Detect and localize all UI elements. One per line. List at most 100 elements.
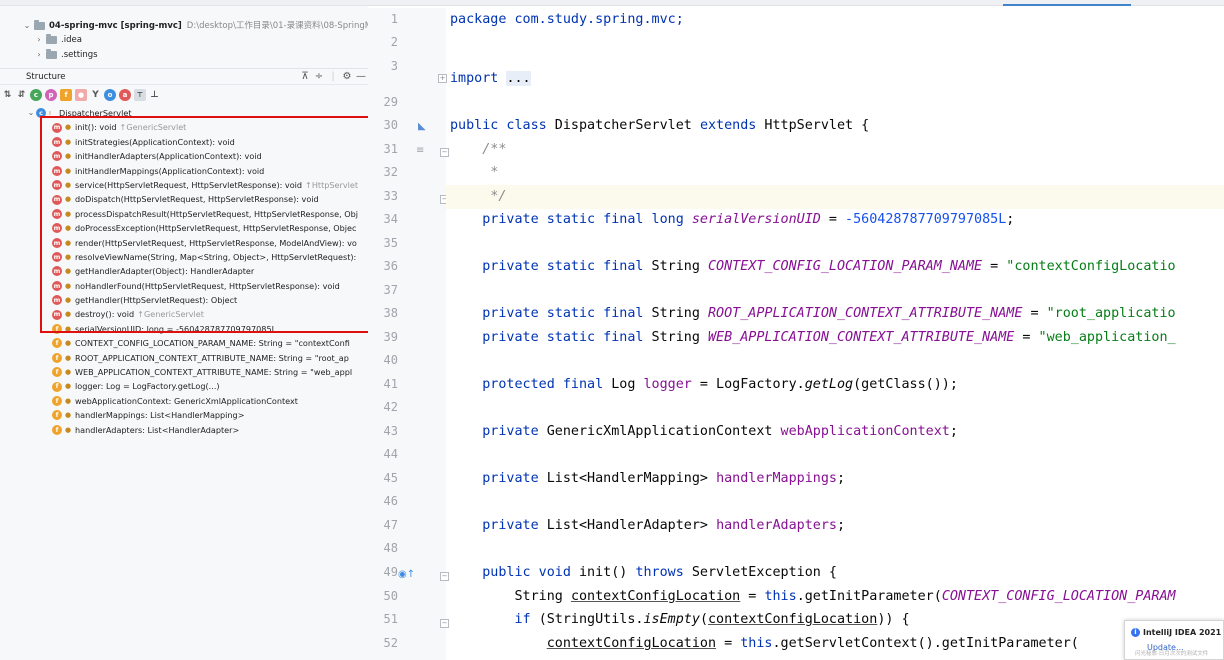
structure-method-row[interactable]: m ● doDispatch(HttpServletRequest, HttpSer… xyxy=(0,192,368,206)
structure-method-row[interactable]: m ● getHandlerAdapter(Object): HandlerAdap… xyxy=(0,264,368,278)
chevron-down-icon[interactable]: ⌄ xyxy=(26,106,36,120)
structure-item-label: initHandlerAdapters(ApplicationContext):… xyxy=(75,151,262,162)
line-number: 40 xyxy=(383,353,398,367)
show-abstract-icon[interactable]: a xyxy=(119,89,131,101)
chevron-down-icon[interactable]: ⌄ xyxy=(22,19,32,33)
variable-token: contextConfigLocation xyxy=(546,636,717,651)
chevron-right-icon[interactable]: › xyxy=(34,48,44,62)
structure-method-row[interactable]: m ● initHandlerAdapters(ApplicationContext… xyxy=(0,149,368,163)
project-path: D:\desktop\工作目录\01-录课资料\08-SpringM xyxy=(186,21,368,31)
show-anonymous-icon[interactable]: o xyxy=(104,89,116,101)
class-name-token: DispatcherServlet xyxy=(546,118,700,133)
code-token: = xyxy=(820,212,846,227)
structure-header: Structure ⊼ ÷ | ⚙ — xyxy=(0,68,368,85)
inheritance-gutter-icon[interactable]: ◣ xyxy=(418,121,426,133)
code-line-52: contextConfigLocation = this.getServletC… xyxy=(450,632,1079,656)
line-number: 42 xyxy=(383,400,398,414)
show-nonpublic-icon[interactable]: ● xyxy=(75,89,87,101)
autoscroll-icon[interactable]: ⊥ xyxy=(149,89,160,101)
structure-item-label: CONTEXT_CONFIG_LOCATION_PARAM_NAME: Stri… xyxy=(75,338,350,349)
info-icon: i xyxy=(1131,628,1140,637)
structure-method-row[interactable]: m ● processDispatchResult(HttpServletReque… xyxy=(0,207,368,221)
method-token: isEmpty xyxy=(643,612,700,627)
structure-method-row[interactable]: m ● destroy(): void ↑GenericServlet xyxy=(0,307,368,321)
show-properties-icon[interactable]: p xyxy=(45,89,57,101)
line-number: 3 xyxy=(390,59,398,73)
visibility-icon: ● xyxy=(65,166,72,175)
sort-icon[interactable]: ÷ xyxy=(312,71,326,82)
sort-alpha-icon[interactable]: ⇅ xyxy=(2,89,13,101)
structure-item-label: getHandlerAdapter(Object): HandlerAdapte… xyxy=(75,266,255,277)
visibility-icon: ● xyxy=(65,238,72,247)
structure-field-row[interactable]: f ● ROOT_APPLICATION_CONTEXT_ATTRIBUTE_NAM… xyxy=(0,351,368,365)
project-tree-row-idea[interactable]: › .idea xyxy=(34,33,82,47)
structure-field-row[interactable]: f ● handlerMappings: List<HandlerMapping> xyxy=(0,408,368,422)
gear-icon[interactable]: ⚙ xyxy=(340,71,354,82)
structure-method-row[interactable]: m ● getHandler(HttpServletRequest): Object xyxy=(0,293,368,307)
structure-method-row[interactable]: m ● initStrategies(ApplicationContext): vo… xyxy=(0,135,368,149)
fold-toggle-icon[interactable]: + xyxy=(438,74,447,83)
line-number: 38 xyxy=(383,306,398,320)
fold-toggle-icon[interactable]: − xyxy=(440,148,449,157)
structure-method-row[interactable]: m ● initHandlerMappings(ApplicationContext… xyxy=(0,164,368,178)
fold-toggle-icon[interactable]: − xyxy=(440,619,449,628)
line-number: 49 xyxy=(383,565,398,579)
project-tree-row-root[interactable]: ⌄ 04-spring-mvc [spring-mvc] D:\desktop\… xyxy=(22,19,368,33)
code-line-49: public void init() throws ServletExcepti… xyxy=(450,561,837,585)
structure-item-label: getHandler(HttpServletRequest): Object xyxy=(75,295,238,306)
structure-method-row[interactable]: m ● render(HttpServletRequest, HttpServlet… xyxy=(0,236,368,250)
show-inherited-icon[interactable]: c xyxy=(30,89,42,101)
method-icon: m xyxy=(52,151,62,162)
structure-field-row[interactable]: f ● webApplicationContext: GenericXmlAppli… xyxy=(0,394,368,408)
code-token: (getClass()); xyxy=(853,377,958,392)
sort-visibility-icon[interactable]: ⇵ xyxy=(16,89,27,101)
filter-icon[interactable]: ⊤ xyxy=(134,89,146,101)
code-token: public void xyxy=(450,565,579,580)
structure-field-row[interactable]: f ● handlerAdapters: List<HandlerAdapter> xyxy=(0,423,368,437)
fold-toggle-icon[interactable]: − xyxy=(440,572,449,581)
method-icon: m xyxy=(52,180,62,191)
structure-root-row[interactable]: ⌄ c ı DispatcherServlet xyxy=(0,106,368,120)
left-tool-window: ⌄ 04-spring-mvc [spring-mvc] D:\desktop\… xyxy=(0,0,368,660)
folded-imports[interactable]: ... xyxy=(506,71,531,86)
structure-field-row[interactable]: f ● WEB_APPLICATION_CONTEXT_ATTRIBUTE_NAME… xyxy=(0,365,368,379)
code-token: private static final long xyxy=(450,212,692,227)
code-token: private xyxy=(450,518,547,533)
code-line-3: import ... xyxy=(450,67,531,91)
show-lambdas-icon[interactable]: Y xyxy=(90,89,101,101)
structure-method-row[interactable]: m ● noHandlerFound(HttpServletRequest, Htt… xyxy=(0,279,368,293)
structure-method-row[interactable]: m ● service(HttpServletRequest, HttpServle… xyxy=(0,178,368,192)
structure-method-row[interactable]: m ● doProcessException(HttpServletRequest,… xyxy=(0,221,368,235)
structure-item-label: serialVersionUID: long = -56042878770979… xyxy=(75,323,277,334)
string-token: "contextConfigLocatio xyxy=(1006,259,1176,274)
folder-icon xyxy=(46,34,57,44)
doc-render-icon[interactable]: ≡ xyxy=(416,145,424,157)
method-icon: m xyxy=(52,208,62,219)
code-line-1: package com.study.spring.mvc; xyxy=(450,8,684,32)
structure-field-row[interactable]: f ● serialVersionUID: long = -560428787709… xyxy=(0,322,368,336)
import-keyword: import xyxy=(450,71,499,86)
structure-field-row[interactable]: f ● CONTEXT_CONFIG_LOCATION_PARAM_NAME: St… xyxy=(0,336,368,350)
structure-method-row[interactable]: m ● resolveViewName(String, Map<String, Ob… xyxy=(0,250,368,264)
structure-item-label: render(HttpServletRequest, HttpServletRe… xyxy=(75,237,357,248)
structure-method-row[interactable]: m ● init(): void ↑GenericServlet xyxy=(0,120,368,134)
method-icon: m xyxy=(52,252,62,263)
field-icon: f xyxy=(52,367,62,378)
code-token: (StringUtils. xyxy=(538,612,644,627)
minimize-icon[interactable]: — xyxy=(354,71,368,82)
code-editor[interactable]: 1 2 3 29 30 31 32 33 34 35 36 37 38 39 40 41 42 43 44 45 46 4… xyxy=(368,0,1224,660)
project-tree-row-settings[interactable]: › .settings xyxy=(34,48,98,62)
chevron-right-icon[interactable]: › xyxy=(34,33,44,47)
code-token: List<HandlerAdapter> xyxy=(546,518,717,533)
expand-all-icon[interactable]: ⊼ xyxy=(298,71,312,82)
structure-field-row[interactable]: f ● logger: Log = LogFactory.getLog(...) xyxy=(0,379,368,393)
show-fields-icon[interactable]: f xyxy=(60,89,72,101)
field-token: handlerAdapters xyxy=(716,518,837,533)
line-number: 34 xyxy=(383,212,398,226)
update-notification[interactable]: i IntelliJ IDEA 2021 Update... 闪光秘旅·日月次次… xyxy=(1124,620,1224,660)
code-line-50: String contextConfigLocation = this.getI… xyxy=(450,585,1175,609)
line-number: 41 xyxy=(383,377,398,391)
override-gutter-icon[interactable]: ◉↑ xyxy=(398,569,415,581)
line-number: 31 xyxy=(383,142,398,156)
active-tab-indicator xyxy=(1003,4,1131,6)
